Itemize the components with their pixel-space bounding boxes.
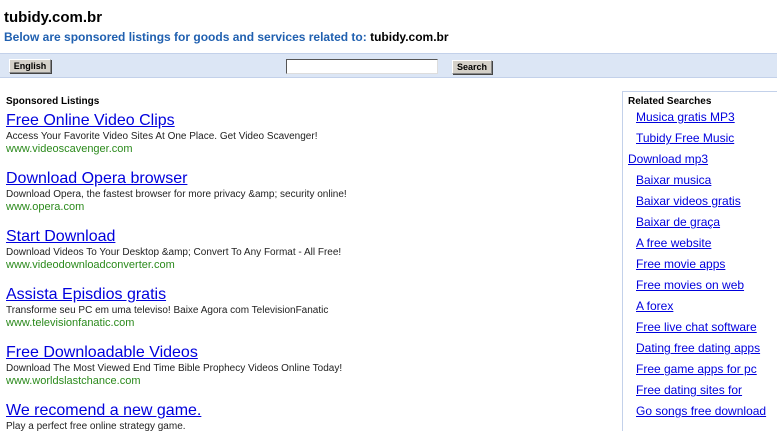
listing-description: Download Videos To Your Desktop &amp; Co… [6,247,342,258]
related-search-link[interactable]: Free live chat software [628,320,777,341]
related-searches-title: Related Searches [628,96,712,107]
language-button[interactable]: English [9,59,51,73]
subtitle: Below are sponsored listings for goods a… [4,29,777,46]
listing-title-link[interactable]: Free Online Video Clips [6,111,606,130]
related-search-link[interactable]: A free website [628,236,777,257]
related-searches-panel: Related Searches Musica gratis MP3 Tubid… [622,91,777,431]
search-bar: English Search [0,53,777,78]
listing-url[interactable]: www.worldslastchance.com [6,375,606,388]
listing: Assista Episdios gratis Transforme seu P… [6,285,606,330]
listing-url[interactable]: www.videodownloadconverter.com [6,259,606,272]
related-search-link[interactable]: Baixar musica [628,173,777,194]
listing-title-link[interactable]: Free Downloadable Videos [6,343,606,362]
related-search-link[interactable]: Download mp3 [628,152,777,173]
listing-description: Play a perfect free online strategy game… [6,421,186,432]
related-search-link[interactable]: Free movies on web [628,278,777,299]
listing-title-link[interactable]: Start Download [6,227,606,246]
listing-title-link[interactable]: We recomend a new game. [6,401,606,420]
listing: Free Online Video Clips Access Your Favo… [6,111,606,156]
listing-url[interactable]: www.opera.com [6,201,606,214]
listing-description: Access Your Favorite Video Sites At One … [6,131,318,142]
sponsored-listings: Sponsored Listings Free Online Video Cli… [6,96,606,433]
related-search-link[interactable]: Dating free dating apps [628,341,777,362]
listing: Free Downloadable Videos Download The Mo… [6,343,606,388]
listing-description: Download Opera, the fastest browser for … [6,189,347,200]
sponsored-title: Sponsored Listings [6,96,100,107]
listing: Download Opera browser Download Opera, t… [6,169,606,214]
listing-title-link[interactable]: Download Opera browser [6,169,606,188]
related-search-link[interactable]: Baixar videos gratis [628,194,777,215]
subtitle-prefix: Below are sponsored listings for goods a… [4,30,367,44]
related-search-link[interactable]: Baixar de graça [628,215,777,236]
search-button[interactable]: Search [452,60,492,74]
listing: Start Download Download Videos To Your D… [6,227,606,272]
page-header: tubidy.com.br Below are sponsored listin… [0,0,777,46]
related-search-link[interactable]: Go songs free download [628,404,777,425]
listing-url[interactable]: www.televisionfanatic.com [6,317,606,330]
listing-description: Download The Most Viewed End Time Bible … [6,363,343,374]
site-title: tubidy.com.br [4,9,103,26]
listing-url[interactable]: www.videoscavenger.com [6,143,606,156]
listing: We recomend a new game. Play a perfect f… [6,401,606,433]
search-input[interactable] [286,59,438,74]
related-search-link[interactable]: Free game apps for pc [628,362,777,383]
listing-title-link[interactable]: Assista Episdios gratis [6,285,606,304]
related-search-link[interactable]: Free movie apps [628,257,777,278]
related-search-link[interactable]: A forex [628,299,777,320]
related-search-link[interactable]: Musica gratis MP3 [628,110,777,131]
listing-description: Transforme seu PC em uma televiso! Baixe… [6,305,329,316]
related-search-link[interactable]: Free dating sites for [628,383,777,404]
subtitle-domain: tubidy.com.br [370,30,449,44]
related-search-link[interactable]: Tubidy Free Music [628,131,777,152]
